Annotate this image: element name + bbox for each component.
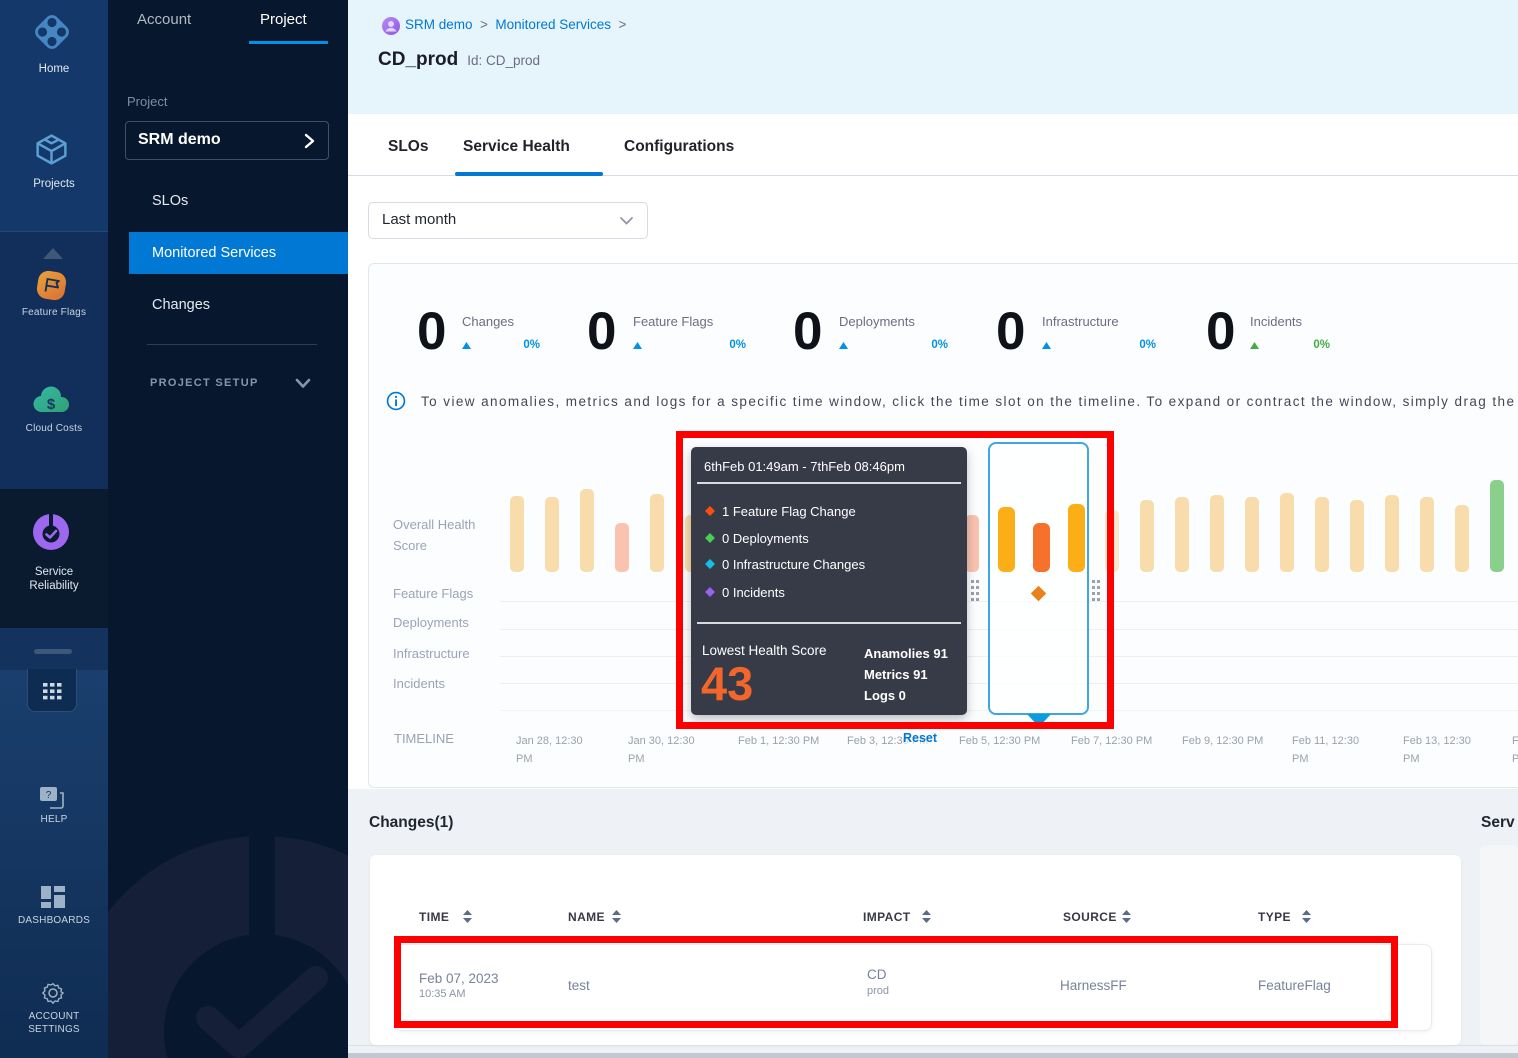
- svg-text:?: ?: [46, 790, 52, 801]
- svg-text:$: $: [47, 396, 56, 413]
